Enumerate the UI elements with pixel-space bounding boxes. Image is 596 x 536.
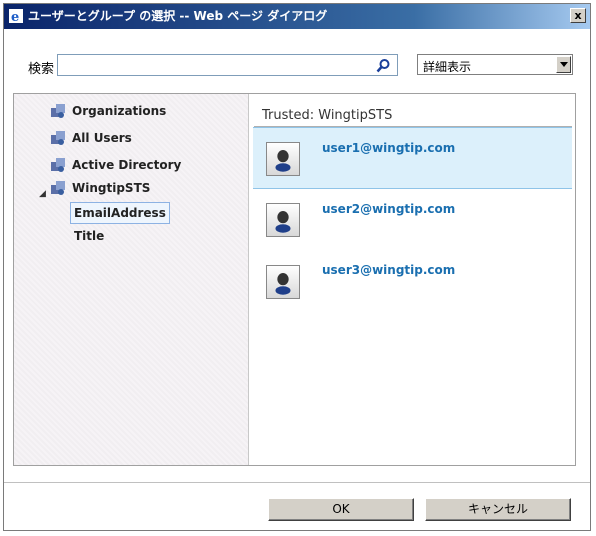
directory-icon (51, 104, 65, 118)
tree-item-label: WingtipSTS (72, 181, 151, 195)
footer-divider (4, 482, 590, 483)
list-item[interactable]: user1@wingtip.com (253, 127, 572, 189)
tree-item-label: Organizations (72, 104, 167, 118)
user-name[interactable]: user1@wingtip.com (322, 141, 455, 155)
cancel-button[interactable]: キャンセル (425, 498, 571, 521)
list-item[interactable]: user3@wingtip.com (253, 252, 572, 310)
directory-icon (51, 131, 65, 145)
tree-item-title[interactable]: Title (71, 226, 107, 246)
search-input[interactable] (57, 54, 398, 76)
dialog-window: e ユーザーとグループ の選択 -- Web ページ ダイアログ x 検索 詳細… (3, 3, 591, 531)
ie-icon: e (9, 9, 23, 23)
view-select[interactable]: 詳細表示 (417, 54, 573, 75)
user-name[interactable]: user2@wingtip.com (322, 202, 455, 216)
user-icon (266, 203, 300, 237)
ok-button[interactable]: OK (268, 498, 414, 521)
user-icon (266, 142, 300, 176)
directory-icon (51, 158, 65, 172)
user-name[interactable]: user3@wingtip.com (322, 263, 455, 277)
view-select-value: 詳細表示 (423, 60, 472, 74)
title-bar: e ユーザーとグループ の選択 -- Web ページ ダイアログ x (4, 4, 590, 29)
list-item[interactable]: user2@wingtip.com (253, 191, 572, 249)
svg-text:e: e (11, 10, 19, 23)
search-icon[interactable] (375, 58, 391, 74)
chevron-down-icon[interactable] (556, 56, 571, 73)
tree-item-label: All Users (72, 131, 132, 145)
directory-tree: Organizations All Users Active Directory… (14, 94, 249, 465)
close-button[interactable]: x (570, 8, 586, 23)
user-icon (266, 265, 300, 299)
results-title: Trusted: WingtipSTS (262, 108, 393, 123)
expand-arrow-icon[interactable]: ◢ (39, 189, 46, 199)
tree-item-label: Active Directory (72, 158, 182, 172)
results-list: Trusted: WingtipSTS user1@wingtip.com us… (250, 94, 575, 465)
search-label: 検索 (28, 62, 55, 77)
tree-item-emailaddress[interactable]: EmailAddress (70, 202, 170, 224)
picker-panel: Organizations All Users Active Directory… (13, 93, 576, 466)
window-title: ユーザーとグループ の選択 -- Web ページ ダイアログ (28, 9, 328, 23)
directory-icon (51, 181, 65, 195)
